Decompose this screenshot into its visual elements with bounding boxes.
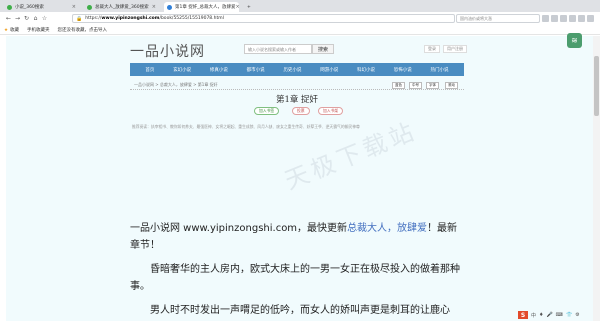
forward-icon[interactable]: →	[13, 14, 22, 23]
skin-icon[interactable]: 👕	[566, 312, 572, 318]
extension-icon[interactable]	[542, 15, 549, 22]
search-favicon-icon	[87, 4, 92, 10]
extension-icon[interactable]	[587, 15, 594, 22]
bookmarks-label: 收藏	[10, 27, 20, 33]
bookmark-star-icon[interactable]: ☆	[40, 14, 49, 23]
bookmark-item[interactable]: 手机收藏夹	[27, 27, 50, 33]
site-nav: 首页 玄幻小说 修真小说 都市小说 历史小说 网游小说 科幻小说 恐怖小说 热门…	[130, 63, 464, 76]
nav-item-hot[interactable]: 热门小说	[431, 67, 449, 73]
tab-title: 总裁大人_放肆爱_360搜索	[95, 5, 149, 10]
site-search-input[interactable]: 输入小说名搜索或输入作者	[244, 44, 312, 54]
extension-icon[interactable]	[560, 15, 567, 22]
browser-search-input[interactable]: 国内油价或将大涨	[456, 14, 540, 23]
url-text: https://www.yipinzongshi.com/book/55255/…	[85, 16, 224, 21]
bookmarks-bar: ★ 收藏 手机收藏夹 您还没有收藏，点击导入	[0, 25, 600, 35]
nav-item-horror[interactable]: 恐怖小说	[394, 67, 412, 73]
extension-icon[interactable]	[578, 15, 585, 22]
settings-icon[interactable]: ⚙	[575, 312, 579, 318]
close-icon[interactable]: ×	[72, 4, 76, 10]
lock-icon: 🔒	[76, 15, 83, 22]
tab-title: 第1章 捉奸_总裁大人，放肆爱	[175, 5, 236, 10]
tab-chapter[interactable]: 第1章 捉奸_总裁大人，放肆爱 ×	[164, 2, 239, 12]
page-viewport: 一品小说网 输入小说名搜索或输入作者 搜索 登录 用户注册 首页 玄幻小说 修真…	[0, 36, 600, 321]
site-search-button[interactable]: 搜索	[312, 44, 334, 54]
nav-item-xiuzhen[interactable]: 修真小说	[210, 67, 228, 73]
extension-icon[interactable]	[551, 15, 558, 22]
book-link[interactable]: 总裁大人，放肆爱	[347, 223, 427, 234]
address-bar[interactable]: 🔒 https://www.yipinzongshi.com/book/5525…	[72, 14, 455, 23]
close-icon[interactable]: ×	[236, 4, 239, 10]
bookmark-item[interactable]: 您还没有收藏，点击导入	[58, 27, 108, 33]
login-link[interactable]: 登录	[424, 45, 440, 53]
tab-search-novel[interactable]: 小说_360搜索 ×	[4, 2, 79, 12]
star-icon: ★	[4, 27, 9, 33]
scrollbar[interactable]	[593, 36, 600, 321]
nav-item-scifi[interactable]: 科幻小说	[357, 67, 375, 73]
new-tab-button[interactable]: +	[244, 2, 256, 12]
add-bookmark-button[interactable]: 加入书签	[254, 107, 280, 115]
tab-title: 小说_360搜索	[15, 5, 44, 10]
scrollbar-thumb[interactable]	[594, 56, 599, 116]
search-placeholder: 国内油价或将大涨	[460, 15, 492, 21]
microphone-icon[interactable]: 🎤	[547, 312, 553, 318]
keyboard-icon[interactable]: ⌨	[556, 312, 563, 318]
chapter-title: 第1章 捉奸	[275, 95, 319, 105]
plus-icon: +	[247, 4, 251, 10]
site-favicon-icon	[167, 4, 172, 10]
punctuation-icon[interactable]: ♦	[539, 312, 543, 318]
bookmarks-root[interactable]: ★ 收藏	[4, 27, 19, 33]
chapter-content: 一品小说网 www.yipinzongshi.com，最快更新总裁大人，放肆爱！…	[130, 220, 464, 321]
tab-strip: 小说_360搜索 × 总裁大人_放肆爱_360搜索 × 第1章 捉奸_总裁大人，…	[0, 0, 600, 12]
tab-search-book[interactable]: 总裁大人_放肆爱_360搜索 ×	[84, 2, 159, 12]
back-icon[interactable]: ←	[4, 14, 13, 23]
font-select[interactable]: 字体	[426, 82, 439, 89]
reload-icon[interactable]: ↻	[22, 14, 31, 23]
close-icon[interactable]: ×	[152, 4, 156, 10]
color-select[interactable]: 蓝色	[392, 82, 405, 89]
ime-icon[interactable]: S	[518, 311, 528, 319]
vote-button[interactable]: 投票	[292, 107, 310, 115]
add-shelf-button[interactable]: 加入书架	[318, 107, 344, 115]
size-select[interactable]: 中号	[409, 82, 422, 89]
left-panel	[0, 36, 6, 321]
search-favicon-icon	[7, 4, 12, 10]
nav-item-online-game[interactable]: 网游小说	[320, 67, 338, 73]
content-paragraph: 昏暗奢华的主人房内，欧式大床上的一男一女正在极尽投入的做着那种事。	[130, 264, 460, 292]
extension-icon[interactable]	[569, 15, 576, 22]
breadcrumb-text[interactable]: 一品小说网 > 总裁大人，放肆爱 > 第1章 捉奸	[134, 82, 218, 88]
intro-text: 一品小说网 www.yipinzongshi.com，最快更新	[130, 223, 348, 234]
nav-item-home[interactable]: 首页	[145, 67, 154, 73]
scroll-select[interactable]: 滚动	[445, 82, 458, 89]
site-logo[interactable]: 一品小说网	[130, 41, 205, 61]
nav-item-urban[interactable]: 都市小说	[247, 67, 265, 73]
pastebox-icon[interactable]: ≋	[567, 33, 582, 48]
intro-paragraph: 一品小说网 www.yipinzongshi.com，最快更新总裁大人，放肆爱！…	[130, 220, 464, 254]
nav-item-fantasy[interactable]: 玄幻小说	[173, 67, 191, 73]
ime-mode-icon[interactable]: 中	[531, 312, 536, 319]
home-icon[interactable]: ⌂	[31, 14, 40, 23]
extension-icons	[542, 14, 598, 23]
system-tray: S 中 ♦ 🎤 ⌨ 👕 ⚙	[516, 309, 596, 321]
register-link[interactable]: 用户注册	[443, 45, 467, 53]
content-paragraph: 男人时不时发出一声喟足的低吟，而女人的娇叫声更是刺耳的让鹿心	[150, 305, 450, 316]
nav-item-history[interactable]: 历史小说	[283, 67, 301, 73]
